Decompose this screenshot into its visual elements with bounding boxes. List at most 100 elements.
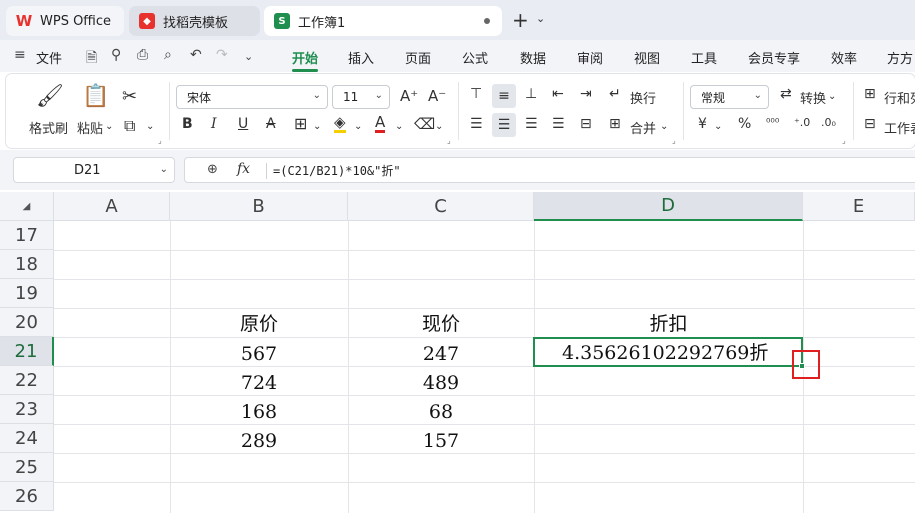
format-painter-label[interactable]: 格式刷 <box>29 118 68 137</box>
row-header-22[interactable]: 22 <box>0 366 54 395</box>
cell-b22[interactable]: 724 <box>170 366 348 395</box>
menu-review[interactable]: 审阅 <box>577 48 603 67</box>
wrap-text-icon[interactable]: ↵ <box>609 86 621 102</box>
cell-b23[interactable]: 168 <box>170 395 348 424</box>
menu-file[interactable]: 文件 <box>36 48 62 67</box>
merge-chevron-icon[interactable]: ⌄ <box>660 121 668 132</box>
font-shrink-icon[interactable]: A⁻ <box>428 87 446 105</box>
row-col-label[interactable]: 行和列 <box>884 88 915 107</box>
copy-icon[interactable]: ⧉ <box>124 116 135 136</box>
row-header-20[interactable]: 20 <box>0 308 54 337</box>
menu-insert[interactable]: 插入 <box>348 48 374 67</box>
percent-button[interactable]: % <box>738 116 751 132</box>
cell-c24[interactable]: 157 <box>348 424 534 453</box>
font-name-select[interactable]: 宋体 ⌄ <box>176 85 328 109</box>
bold-button[interactable]: B <box>182 116 193 132</box>
menu-fangfang[interactable]: 方方 <box>887 48 913 67</box>
undo-icon[interactable]: ↶ <box>190 47 202 63</box>
cell-d20[interactable]: 折扣 <box>534 308 803 337</box>
formula-text[interactable]: =(C21/B21)*10&"折" <box>273 162 401 179</box>
copy-chevron-icon[interactable]: ⌄ <box>146 121 154 132</box>
font-grow-icon[interactable]: A⁺ <box>400 87 418 105</box>
row-header-21[interactable]: 21 <box>0 337 54 366</box>
save-icon[interactable]: 🗎 <box>86 47 97 71</box>
convert-chevron-icon[interactable]: ⌄ <box>828 91 836 102</box>
row-header-18[interactable]: 18 <box>0 250 54 279</box>
row-header-25[interactable]: 25 <box>0 453 54 482</box>
worksheet-label[interactable]: 工作表 <box>884 118 915 137</box>
cell-c20[interactable]: 现价 <box>348 308 534 337</box>
menu-view[interactable]: 视图 <box>634 48 660 67</box>
justify-icon[interactable]: ☰ <box>552 116 565 132</box>
print-preview-icon[interactable]: ⌕ <box>164 47 172 63</box>
cell-c23[interactable]: 68 <box>348 395 534 424</box>
eraser-chevron-icon[interactable]: ⌄ <box>435 121 443 132</box>
convert-icon[interactable]: ⇄ <box>780 86 792 102</box>
column-header-e[interactable]: E <box>803 192 915 221</box>
wrap-text-label[interactable]: 换行 <box>630 88 656 107</box>
quick-access-chevron-icon[interactable]: ⌄ <box>244 50 253 63</box>
share-icon[interactable]: ⚲ <box>111 47 121 63</box>
merge-cells-label[interactable]: 合并 <box>630 118 656 137</box>
name-box[interactable]: D21 ⌄ <box>13 157 175 183</box>
font-size-select[interactable]: 11 ⌄ <box>332 85 390 109</box>
number-format-select[interactable]: 常规 ⌄ <box>690 85 769 109</box>
menu-tools[interactable]: 工具 <box>691 48 717 67</box>
alignment-launcher-icon[interactable]: ⌟ <box>672 136 676 145</box>
cell-b24[interactable]: 289 <box>170 424 348 453</box>
zoom-search-icon[interactable]: ⊕ <box>207 162 218 177</box>
new-tab-plus-icon[interactable]: + <box>512 8 529 32</box>
column-header-c[interactable]: C <box>348 192 534 221</box>
clipboard-launcher-icon[interactable]: ⌟ <box>158 136 162 145</box>
decrease-decimal-icon[interactable]: .0₀ <box>821 116 836 129</box>
menu-efficiency[interactable]: 效率 <box>831 48 857 67</box>
align-top-icon[interactable]: ⊤ <box>470 86 482 102</box>
indent-decrease-icon[interactable]: ⇤ <box>552 86 564 102</box>
row-header-26[interactable]: 26 <box>0 482 54 511</box>
column-header-a[interactable]: A <box>54 192 170 221</box>
tab-workbook[interactable]: S 工作簿1 <box>264 6 502 36</box>
tab-template-store[interactable]: ◆ 找稻壳模板 <box>129 6 260 36</box>
menu-member[interactable]: 会员专享 <box>748 48 800 67</box>
menu-home[interactable]: 开始 <box>292 48 318 67</box>
row-header-17[interactable]: 17 <box>0 221 54 250</box>
menu-formula[interactable]: 公式 <box>462 48 488 67</box>
select-all-corner[interactable]: ◢ <box>0 192 54 221</box>
print-icon[interactable]: ⎙ <box>137 47 148 63</box>
cell-c22[interactable]: 489 <box>348 366 534 395</box>
currency-chevron-icon[interactable]: ⌄ <box>714 121 722 132</box>
font-launcher-icon[interactable]: ⌟ <box>447 136 451 145</box>
format-painter-icon[interactable]: 🖌 <box>36 84 64 109</box>
align-left-icon[interactable]: ☰ <box>470 116 483 132</box>
cut-icon[interactable]: ✂ <box>122 86 137 107</box>
align-right-icon[interactable]: ☰ <box>525 116 538 132</box>
name-box-chevron-icon[interactable]: ⌄ <box>160 164 168 175</box>
increase-decimal-icon[interactable]: ⁺.0 <box>794 116 810 129</box>
thousands-separator-icon[interactable]: ⁰⁰⁰ <box>766 116 779 129</box>
menu-page[interactable]: 页面 <box>405 48 431 67</box>
fill-color-chevron-icon[interactable]: ⌄ <box>354 121 362 132</box>
worksheet-icon[interactable]: ⊟ <box>864 116 876 132</box>
column-header-d[interactable]: D <box>534 192 803 221</box>
align-middle-icon[interactable]: ≡ <box>492 84 516 108</box>
column-header-b[interactable]: B <box>170 192 348 221</box>
paste-icon[interactable]: 📋 <box>82 84 109 109</box>
font-color-chevron-icon[interactable]: ⌄ <box>395 121 403 132</box>
row-header-24[interactable]: 24 <box>0 424 54 453</box>
redo-icon[interactable]: ↷ <box>216 47 228 63</box>
tab-wps-office[interactable]: W WPS Office <box>6 6 124 36</box>
border-icon[interactable]: ⊞ <box>294 114 307 133</box>
row-col-icon[interactable]: ⊞ <box>864 86 876 102</box>
italic-button[interactable]: I <box>211 116 217 132</box>
number-launcher-icon[interactable]: ⌟ <box>842 136 846 145</box>
strikethrough-button[interactable]: A <box>266 116 276 132</box>
row-header-19[interactable]: 19 <box>0 279 54 308</box>
align-bottom-icon[interactable]: ⊥ <box>525 86 537 102</box>
merge-cells-icon[interactable]: ⊞ <box>609 116 621 132</box>
align-center-icon[interactable]: ☰ <box>492 113 516 137</box>
indent-increase-icon[interactable]: ⇥ <box>580 86 592 102</box>
insert-function-icon[interactable]: fx <box>237 161 250 177</box>
border-chevron-icon[interactable]: ⌄ <box>313 121 321 132</box>
formula-input[interactable]: ⊕ fx =(C21/B21)*10&"折" <box>184 157 915 183</box>
hamburger-icon[interactable]: ≡ <box>14 47 26 63</box>
